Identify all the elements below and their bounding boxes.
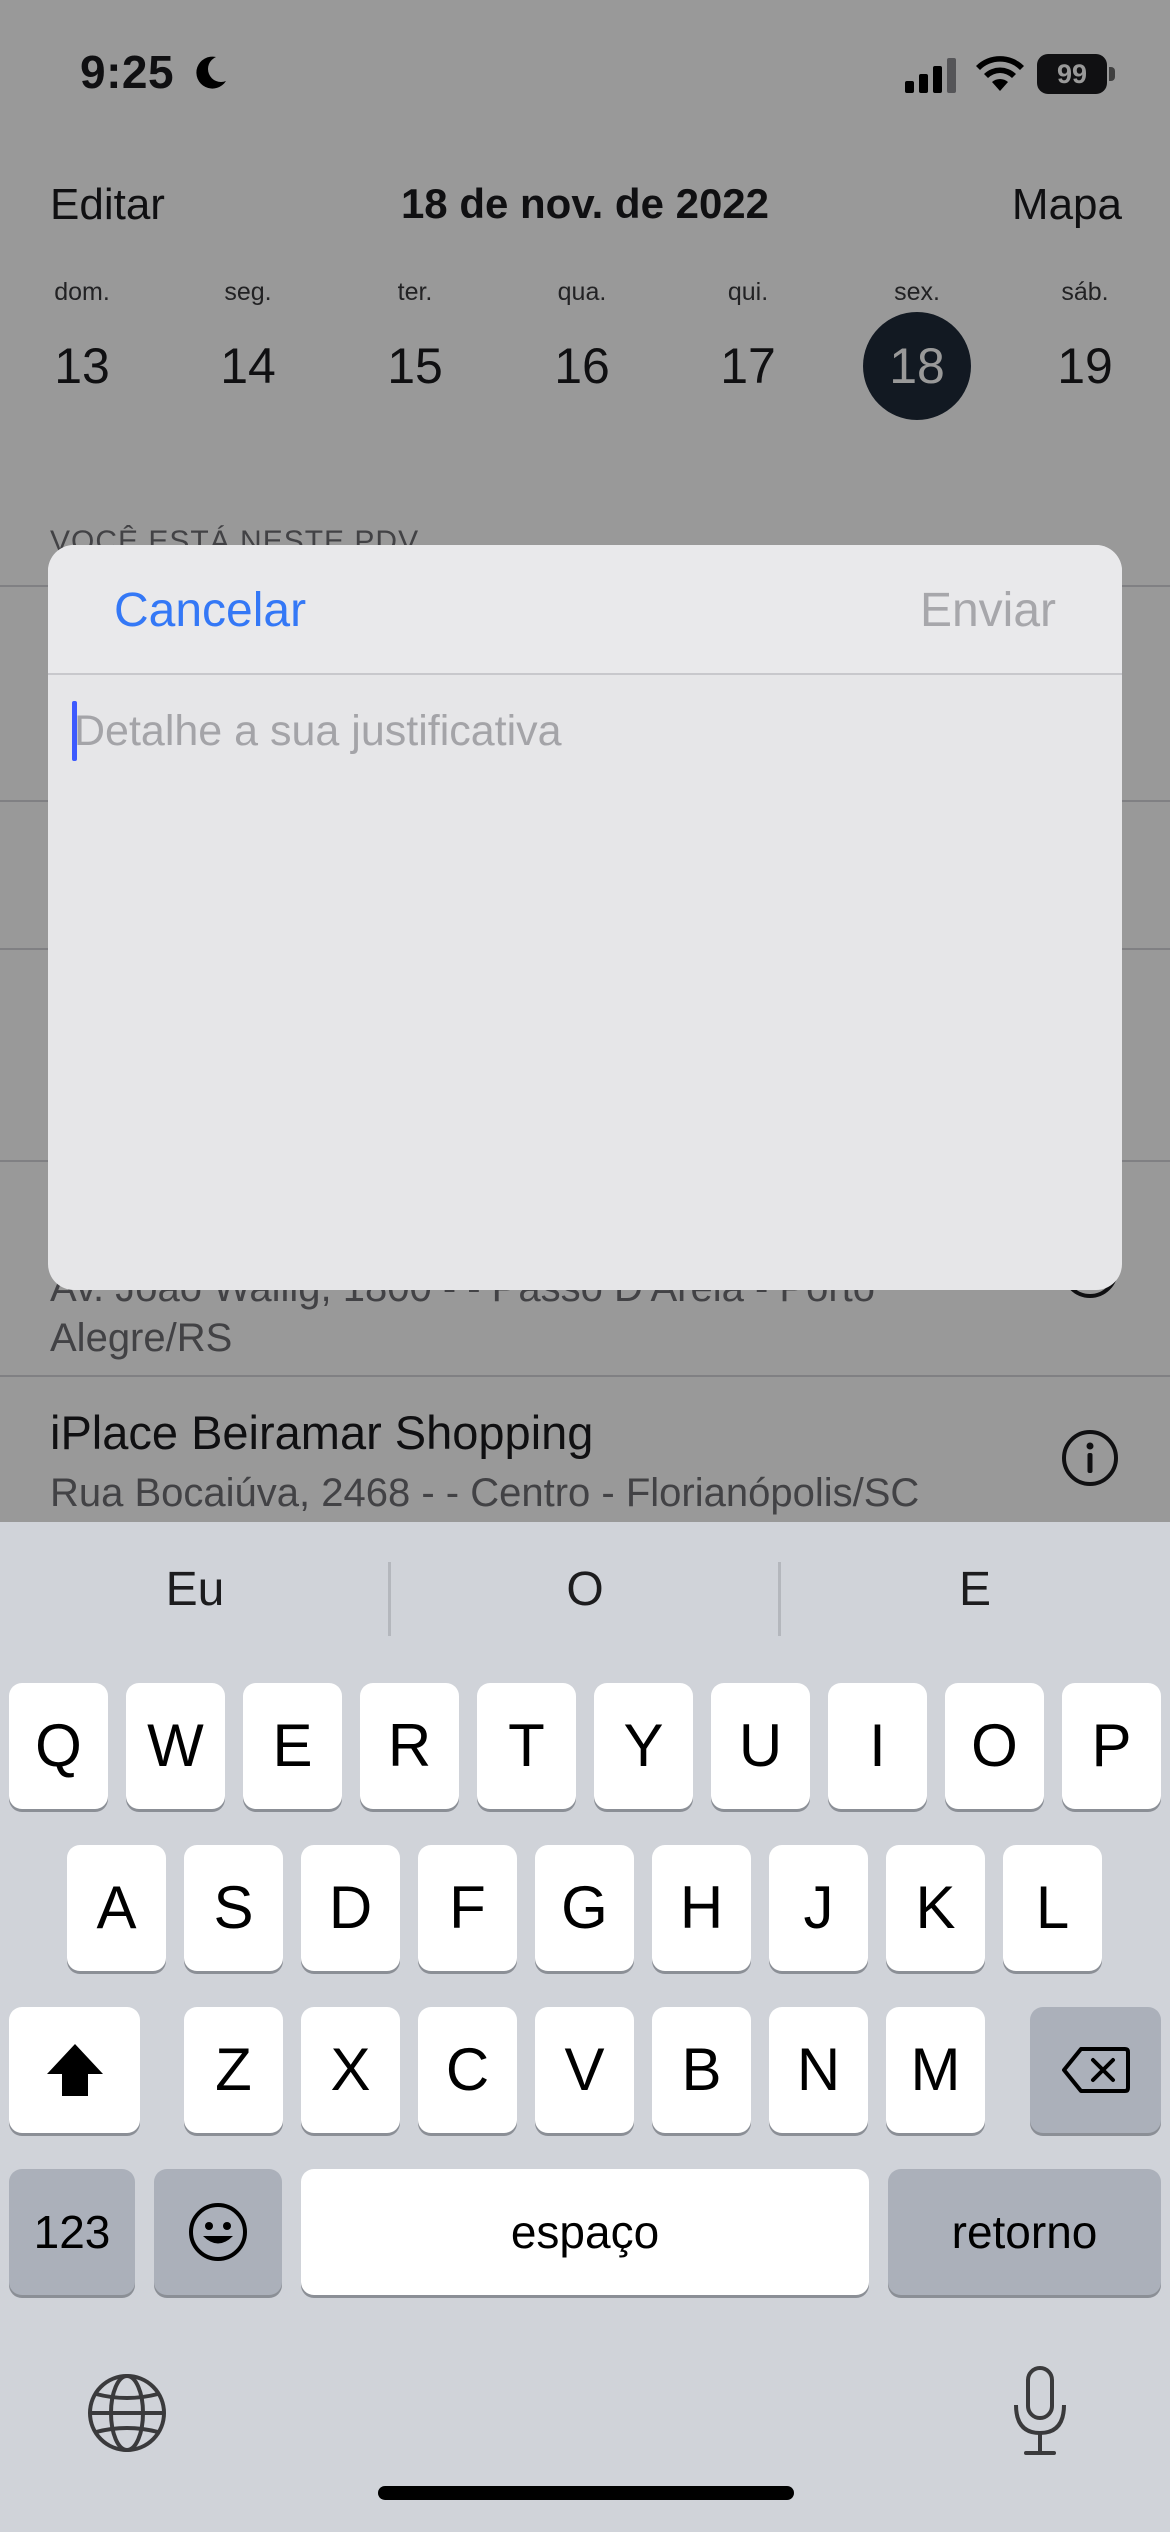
globe-icon[interactable]	[86, 2372, 168, 2454]
key-v[interactable]: V	[535, 2007, 634, 2133]
key-u[interactable]: U	[711, 1683, 810, 1809]
key-e[interactable]: E	[243, 1683, 342, 1809]
key-k[interactable]: K	[886, 1845, 985, 1971]
key-r[interactable]: R	[360, 1683, 459, 1809]
emoji-icon	[189, 2203, 247, 2261]
key-b[interactable]: B	[652, 2007, 751, 2133]
key-o[interactable]: O	[945, 1683, 1044, 1809]
key-i[interactable]: I	[828, 1683, 927, 1809]
key-f[interactable]: F	[418, 1845, 517, 1971]
modal-header: Cancelar Enviar	[48, 545, 1122, 675]
key-a[interactable]: A	[67, 1845, 166, 1971]
numbers-key[interactable]: 123	[9, 2169, 135, 2295]
key-w[interactable]: W	[126, 1683, 225, 1809]
key-z[interactable]: Z	[184, 2007, 283, 2133]
key-h[interactable]: H	[652, 1845, 751, 1971]
send-button[interactable]: Enviar	[920, 583, 1056, 638]
microphone-icon[interactable]	[1010, 2365, 1070, 2457]
justification-input[interactable]: Detalhe a sua justificativa	[72, 695, 1098, 1255]
suggestion-item[interactable]: E	[780, 1562, 1170, 1617]
suggestion-bar: Eu O E	[0, 1522, 1170, 1672]
space-key[interactable]: espaço	[301, 2169, 869, 2295]
key-d[interactable]: D	[301, 1845, 400, 1971]
return-key[interactable]: retorno	[888, 2169, 1161, 2295]
key-y[interactable]: Y	[594, 1683, 693, 1809]
backspace-icon	[1061, 2047, 1130, 2093]
suggestion-item[interactable]: Eu	[0, 1562, 390, 1617]
shift-key[interactable]	[9, 2007, 140, 2133]
key-n[interactable]: N	[769, 2007, 868, 2133]
key-g[interactable]: G	[535, 1845, 634, 1971]
input-placeholder: Detalhe a sua justificativa	[74, 707, 562, 755]
suggestion-item[interactable]: O	[390, 1562, 780, 1617]
key-s[interactable]: S	[184, 1845, 283, 1971]
key-l[interactable]: L	[1003, 1845, 1102, 1971]
key-q[interactable]: Q	[9, 1683, 108, 1809]
home-indicator	[378, 2486, 794, 2500]
key-p[interactable]: P	[1062, 1683, 1161, 1809]
backspace-key[interactable]	[1030, 2007, 1161, 2133]
emoji-key[interactable]	[154, 2169, 282, 2295]
key-m[interactable]: M	[886, 2007, 985, 2133]
key-x[interactable]: X	[301, 2007, 400, 2133]
justification-modal: Cancelar Enviar Detalhe a sua justificat…	[48, 545, 1122, 1290]
shift-icon	[46, 2044, 103, 2096]
key-c[interactable]: C	[418, 2007, 517, 2133]
cancel-button[interactable]: Cancelar	[114, 583, 306, 638]
key-t[interactable]: T	[477, 1683, 576, 1809]
key-j[interactable]: J	[769, 1845, 868, 1971]
